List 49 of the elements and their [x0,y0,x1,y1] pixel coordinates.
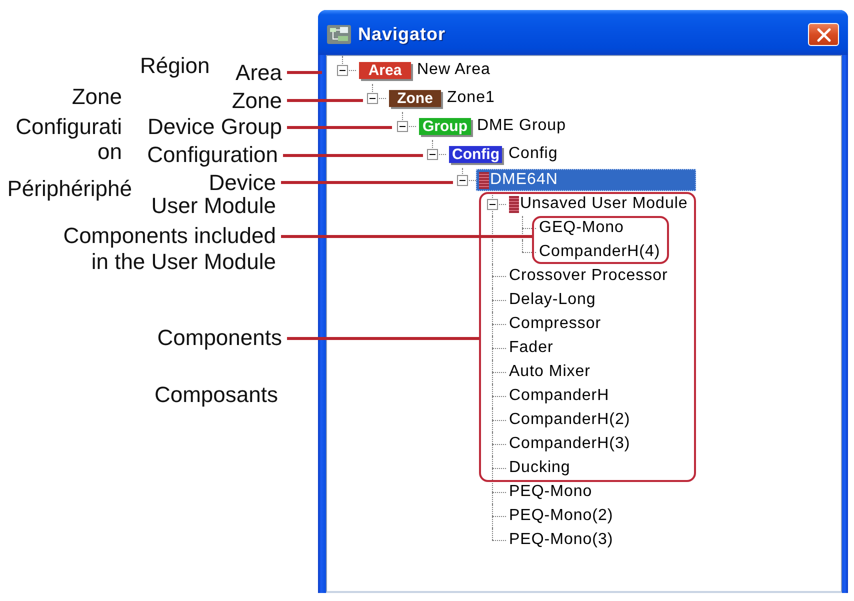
callout-label: Area [236,61,282,85]
tree-item[interactable]: Delay-Long [506,291,599,309]
collapse-icon[interactable] [487,199,498,210]
type-tag: Area [359,62,411,78]
tree-item[interactable]: Crossover Processor [506,267,671,285]
close-icon [816,28,830,42]
translation-label: Composants [154,383,278,407]
tree-item[interactable]: Group DME Group [416,116,569,136]
callout-label: Device Group [147,115,282,139]
tree-item[interactable]: CompanderH [506,387,612,405]
collapse-icon[interactable] [457,175,468,186]
tree-item[interactable]: CompanderH(2) [506,411,634,429]
collapse-icon[interactable] [337,65,348,76]
callout-label: Zone [232,89,282,113]
window-title: Navigator [358,24,446,45]
device-icon [509,196,519,212]
translation-label: Région [140,54,210,78]
type-tag: Zone [389,90,441,106]
callout-label: User Module [151,194,276,218]
tree-item[interactable]: DME64N [476,169,696,191]
translation-label: Périphériphé [7,177,132,201]
tree-item[interactable]: PEQ-Mono(2) [506,507,616,525]
tree-item[interactable]: PEQ-Mono [506,483,596,501]
tree-item[interactable]: Config Config [446,144,561,164]
close-button[interactable] [808,23,839,46]
type-tag: Config [449,146,502,162]
translation-label: Zone [72,85,122,109]
tree-item[interactable]: Unsaved User Module [506,195,691,213]
callout-label: Device [208,171,276,195]
tree-item[interactable]: GEQ-Mono [536,219,627,237]
callout-label: Configuration [147,143,278,167]
tree-item[interactable]: CompanderH(3) [506,435,634,453]
collapse-icon[interactable] [367,93,378,104]
callout-label: Components [157,326,282,350]
app-icon [327,25,351,44]
tree-item[interactable]: Area New Area [356,60,494,80]
tree-item[interactable]: Zone Zone1 [386,88,498,108]
collapse-icon[interactable] [397,121,408,132]
tree-item[interactable]: Compressor [506,315,604,333]
device-icon [479,172,489,188]
callout-label: Components included in the User Module [62,223,276,275]
collapse-icon[interactable] [427,149,438,160]
tree-item[interactable]: Fader [506,339,556,357]
tree-item[interactable]: Ducking [506,459,574,477]
tree-item[interactable]: PEQ-Mono(3) [506,531,616,549]
translation-label: Configuration [14,114,122,164]
tree-item[interactable]: CompanderH(4) [536,243,664,261]
type-tag: Group [419,118,471,134]
tree-item[interactable]: Auto Mixer [506,363,594,381]
